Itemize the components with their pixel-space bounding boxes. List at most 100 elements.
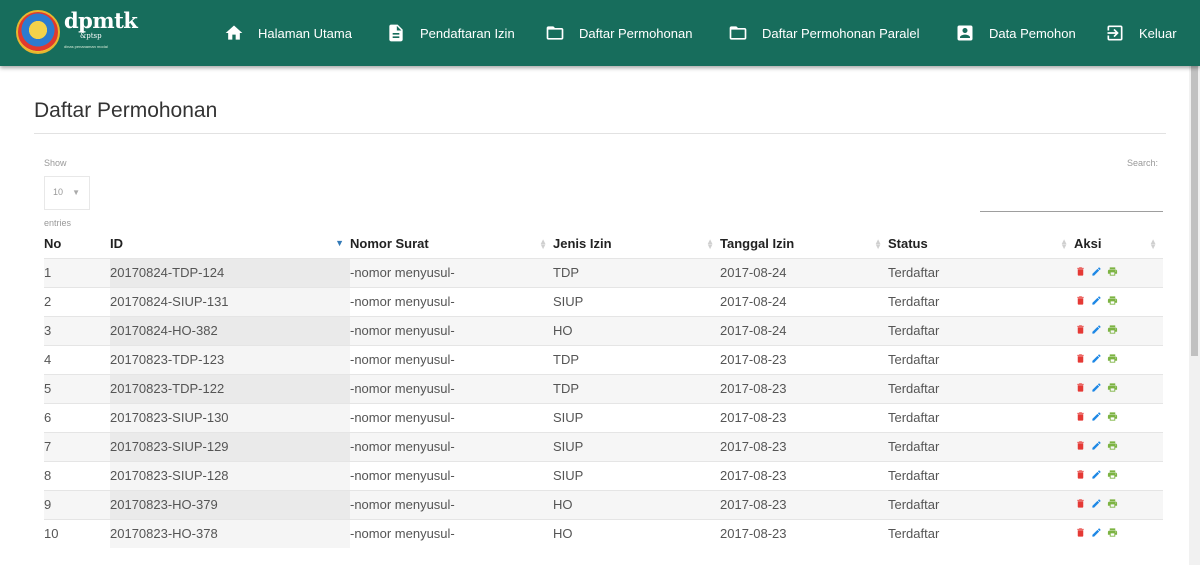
brand-name: dpmtk [64,8,138,33]
delete-icon[interactable] [1075,410,1086,425]
table-row[interactable]: 6 20170823-SIUP-130 -nomor menyusul- SIUP 20… [44,402,1163,432]
nav-label: Daftar Permohonan [579,25,693,41]
table-row[interactable]: 1 20170824-TDP-124 -nomor menyusul- TDP 2017… [44,257,1163,287]
search-input[interactable] [980,188,1163,212]
print-icon[interactable] [1107,352,1118,367]
edit-icon[interactable] [1091,439,1102,454]
delete-icon[interactable] [1075,352,1086,367]
cell-tanggal-izin: 2017-08-23 [720,460,888,490]
logout-icon [1107,25,1123,41]
delete-icon[interactable] [1075,526,1086,541]
cell-jenis-izin: TDP [553,257,720,287]
sort-icon: ▲ ▼ [1149,237,1157,251]
cell-tanggal-izin: 2017-08-23 [720,518,888,548]
print-icon[interactable] [1107,294,1118,309]
table-row[interactable]: 4 20170823-TDP-123 -nomor menyusul- TDP 2017… [44,344,1163,374]
cell-tanggal-izin: 2017-08-23 [720,431,888,461]
nav-daftar-permohonan-paralel[interactable]: Daftar Permohonan Paralel [728,0,920,66]
column-header-tanggal-izin[interactable]: Tanggal Izin ▲ ▼ [720,230,888,258]
print-icon[interactable] [1107,526,1118,541]
sort-icon: ▲ ▼ [706,237,714,251]
column-header-aksi[interactable]: Aksi ▲ ▼ [1074,230,1163,258]
edit-icon[interactable] [1091,323,1102,338]
cell-tanggal-izin: 2017-08-23 [720,373,888,403]
delete-icon[interactable] [1075,381,1086,396]
cell-status: Terdaftar [888,344,1074,374]
delete-icon[interactable] [1075,265,1086,280]
cell-no: 10 [44,518,110,548]
cell-aksi [1074,518,1163,548]
sort-desc-icon: ▼ [335,238,344,248]
folder-icon [729,26,747,40]
account-box-icon [957,25,973,41]
print-icon[interactable] [1107,381,1118,396]
print-icon[interactable] [1107,497,1118,512]
cell-id: 20170824-HO-382 [110,315,350,345]
cell-no: 6 [44,402,110,432]
entries-length-value: 10 [53,187,64,197]
header-label: No [44,236,62,252]
nav-label: Halaman Utama [258,25,352,41]
cell-status: Terdaftar [888,518,1074,548]
edit-icon[interactable] [1091,497,1102,512]
nav-halaman-utama[interactable]: Halaman Utama [224,0,352,66]
nav-data-pemohon[interactable]: Data Pemohon [955,0,1076,66]
cell-status: Terdaftar [888,257,1074,287]
table-row[interactable]: 3 20170824-HO-382 -nomor menyusul- HO 2017-0… [44,315,1163,345]
cell-id: 20170823-SIUP-128 [110,460,350,490]
edit-icon[interactable] [1091,381,1102,396]
table-row[interactable]: 2 20170824-SIUP-131 -nomor menyusul- SIUP 20… [44,286,1163,316]
cell-no: 4 [44,344,110,374]
print-icon[interactable] [1107,265,1118,280]
nav-label: Keluar [1139,25,1177,41]
print-icon[interactable] [1107,410,1118,425]
column-header-nomor-surat[interactable]: Nomor Surat ▲ ▼ [350,230,553,258]
cell-jenis-izin: TDP [553,373,720,403]
cell-aksi [1074,373,1163,403]
page-title: Daftar Permohonan [34,99,218,122]
nav-keluar[interactable]: Keluar [1105,0,1177,66]
edit-icon[interactable] [1091,352,1102,367]
cell-status: Terdaftar [888,460,1074,490]
print-icon[interactable] [1107,468,1118,483]
header-label: Aksi [1074,236,1102,252]
edit-icon[interactable] [1091,468,1102,483]
nav-pendaftaran-izin[interactable]: Pendaftaran Izin [386,0,515,66]
cell-no: 8 [44,460,110,490]
column-header-status[interactable]: Status ▲ ▼ [888,230,1074,258]
table-row[interactable]: 5 20170823-TDP-122 -nomor menyusul- TDP 2017… [44,373,1163,403]
cell-aksi [1074,286,1163,316]
delete-icon[interactable] [1075,497,1086,512]
column-header-jenis-izin[interactable]: Jenis Izin ▲ ▼ [553,230,720,258]
folder-icon [546,26,564,40]
table-row[interactable]: 9 20170823-HO-379 -nomor menyusul- HO 2017-0… [44,489,1163,519]
dpmtk-logo[interactable]: dpmtk &ptsp dinas penanaman modal [16,6,138,60]
cell-nomor-surat: -nomor menyusul- [350,344,553,374]
column-header-no[interactable]: No [44,230,110,258]
nav-daftar-permohonan[interactable]: Daftar Permohonan [545,0,692,66]
delete-icon[interactable] [1075,294,1086,309]
table-row[interactable]: 7 20170823-SIUP-129 -nomor menyusul- SIUP 20… [44,431,1163,461]
column-header-id[interactable]: ID ▼ [110,230,350,258]
print-icon[interactable] [1107,323,1118,338]
cell-jenis-izin: SIUP [553,460,720,490]
delete-icon[interactable] [1075,323,1086,338]
cell-aksi [1074,431,1163,461]
delete-icon[interactable] [1075,439,1086,454]
cell-nomor-surat: -nomor menyusul- [350,489,553,519]
edit-icon[interactable] [1091,526,1102,541]
edit-icon[interactable] [1091,265,1102,280]
table-row[interactable]: 8 20170823-SIUP-128 -nomor menyusul- SIUP 20… [44,460,1163,490]
edit-icon[interactable] [1091,294,1102,309]
page-scrollbar[interactable]: ▲ [1189,0,1200,565]
cell-aksi [1074,315,1163,345]
print-icon[interactable] [1107,439,1118,454]
table-row[interactable]: 10 20170823-HO-378 -nomor menyusul- HO 2017-… [44,518,1163,548]
edit-icon[interactable] [1091,410,1102,425]
entries-length-select[interactable]: 10 ▼ [44,176,90,210]
delete-icon[interactable] [1075,468,1086,483]
cell-id: 20170823-SIUP-129 [110,431,350,461]
cell-tanggal-izin: 2017-08-24 [720,315,888,345]
cell-jenis-izin: SIUP [553,286,720,316]
cell-jenis-izin: HO [553,489,720,519]
